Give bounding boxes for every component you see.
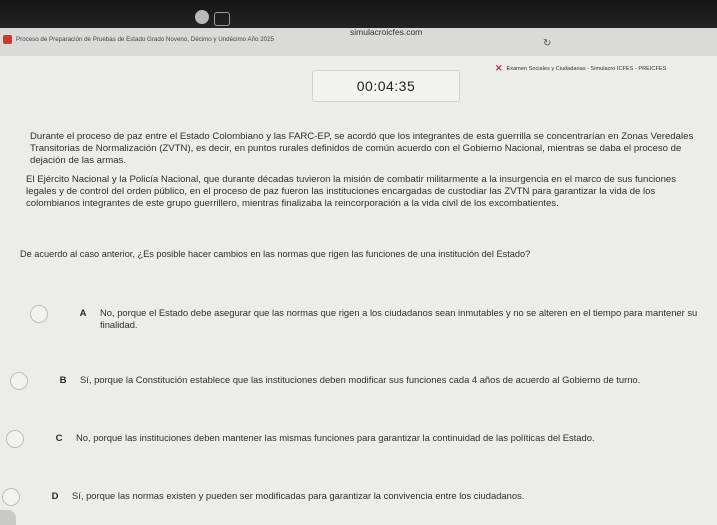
option-c-radio[interactable] — [6, 430, 24, 448]
tab-right[interactable]: ✕ Examen Sociales y Ciudadanas - Simulac… — [495, 63, 666, 74]
tab-right-title: Examen Sociales y Ciudadanas - Simulacro… — [506, 65, 667, 72]
tab-left[interactable]: Proceso de Preparación de Pruebas de Est… — [0, 30, 340, 48]
passage-paragraph-2: El Ejército Nacional y la Policía Nacion… — [26, 174, 677, 209]
reload-icon[interactable]: ↻ — [543, 38, 551, 49]
option-c-letter: C — [55, 433, 63, 444]
option-b-text: Sí, porque la Constitución establece que… — [80, 374, 641, 385]
shield-icon[interactable] — [195, 10, 209, 24]
option-c[interactable]: C No, porque las instituciones deben man… — [6, 430, 717, 448]
option-b-radio[interactable] — [10, 372, 28, 390]
favicon-icon — [3, 34, 12, 44]
passage-paragraph-1: Durante el proceso de paz entre el Estad… — [30, 131, 694, 166]
hand-cursor-icon — [0, 510, 16, 525]
option-a-text: No, porque el Estado debe asegurar que l… — [100, 307, 698, 330]
option-a-radio[interactable] — [30, 305, 48, 323]
option-c-text: No, porque las instituciones deben mante… — [76, 432, 595, 443]
close-tab-icon[interactable]: ✕ — [495, 63, 503, 74]
option-d-letter: D — [51, 491, 59, 502]
browser-toolbar — [0, 0, 717, 28]
address-bar[interactable]: simulacroicfes.com — [350, 27, 422, 37]
exam-timer: 00:04:35 — [312, 70, 460, 102]
option-d[interactable]: D Sí, porque las normas existen y pueden… — [2, 488, 717, 506]
option-d-text: Sí, porque las normas existen y pueden s… — [72, 490, 525, 501]
option-b[interactable]: B Sí, porque la Constitución establece q… — [10, 372, 717, 390]
page-content — [0, 56, 717, 525]
question-text: De acuerdo al caso anterior, ¿Es posible… — [20, 249, 531, 259]
option-a-letter: A — [79, 308, 87, 319]
option-b-letter: B — [59, 375, 67, 386]
option-a[interactable]: A No, porque el Estado debe asegurar que… — [30, 305, 717, 331]
timer-value: 00:04:35 — [356, 78, 416, 94]
tabs-icon[interactable] — [214, 12, 230, 26]
option-d-radio[interactable] — [2, 488, 20, 506]
tab-left-title: Proceso de Preparación de Pruebas de Est… — [16, 35, 274, 43]
